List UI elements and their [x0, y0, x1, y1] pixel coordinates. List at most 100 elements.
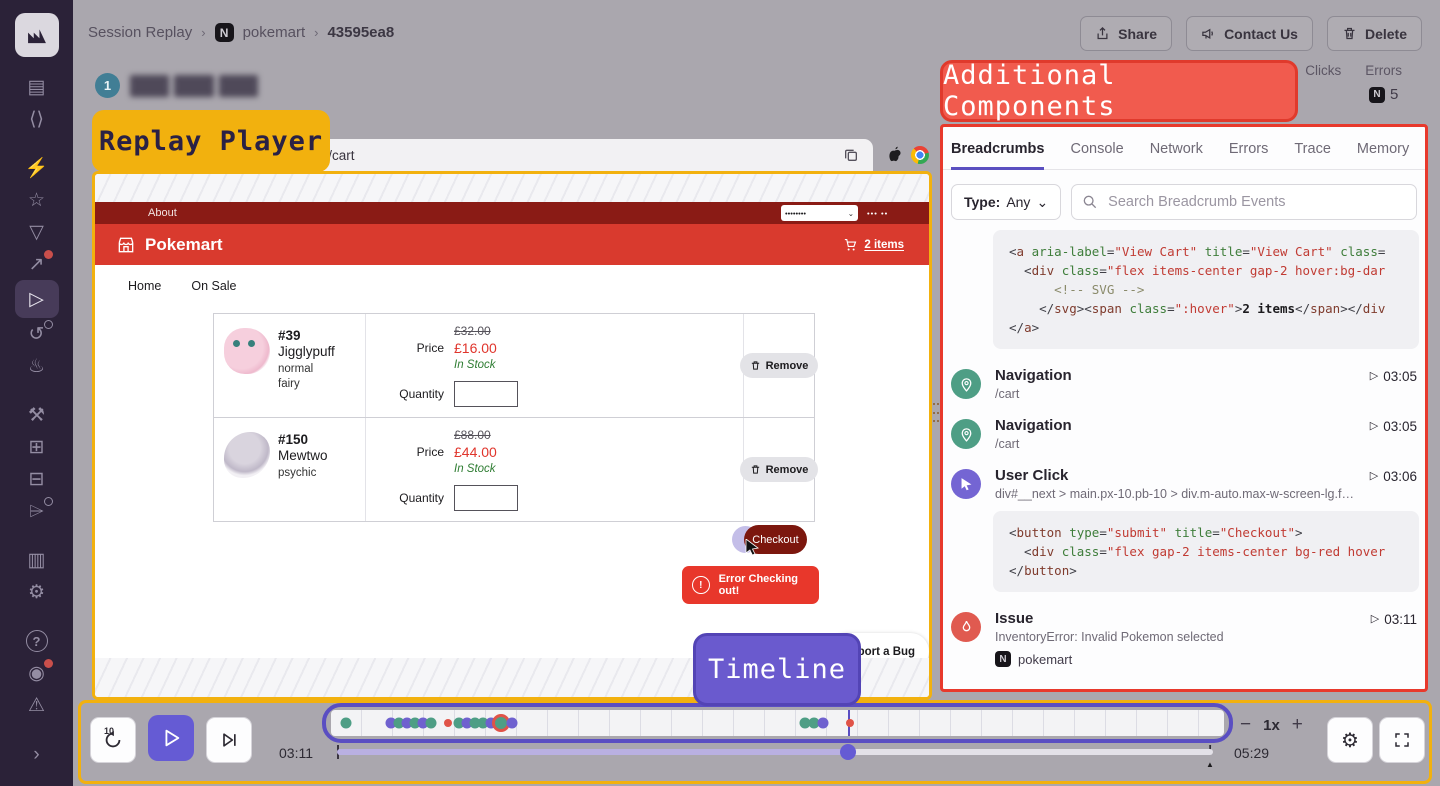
- quantity-label: Quantity: [366, 491, 444, 505]
- annotation-timeline: Timeline: [693, 633, 861, 706]
- breadcrumb-event-navigation[interactable]: Navigation/cart▷03:05: [951, 411, 1421, 461]
- pokemart-brand[interactable]: Pokemart: [116, 235, 222, 255]
- type-filter-dropdown[interactable]: Type:Any⌄: [951, 184, 1061, 220]
- breadcrumb-project[interactable]: pokemart: [243, 24, 306, 41]
- viewport-overflow-hatch: [95, 174, 929, 202]
- event-timestamp[interactable]: ▷03:05: [1370, 417, 1417, 451]
- remove-button[interactable]: Remove: [740, 353, 819, 378]
- store-icon: [116, 235, 136, 255]
- timeline-event-dot[interactable]: [426, 718, 437, 729]
- inspector-tab[interactable]: Breadcrumbs: [951, 141, 1044, 170]
- sidebar-item-megaphone[interactable]: ⌲: [15, 495, 59, 527]
- sidebar-item-siren[interactable]: ♨: [15, 350, 59, 382]
- copy-icon[interactable]: [843, 147, 859, 163]
- timeline-event-dot[interactable]: [444, 719, 452, 727]
- inspector-tabs: Breadcrumbs Console Network Errors Trace Memo…: [943, 127, 1425, 170]
- price-label: Price: [366, 445, 444, 459]
- megaphone-icon: [1201, 26, 1216, 41]
- sidebar-item-collapse[interactable]: ›: [15, 738, 59, 770]
- inspector-tab[interactable]: Memory: [1357, 141, 1409, 170]
- seek-thumb[interactable]: [840, 744, 856, 760]
- breadcrumb-event-stream: <a aria-label="View Cart" title="View Ca…: [943, 220, 1425, 682]
- sidebar-item-layout[interactable]: ⊞: [15, 431, 59, 463]
- code-snippet: <a aria-label="View Cart" title="View Ca…: [993, 230, 1419, 349]
- sidebar-item-broadcast[interactable]: ◉: [15, 657, 59, 689]
- breadcrumb-search[interactable]: [1071, 184, 1417, 220]
- play-icon: ▷: [1370, 369, 1378, 382]
- event-title: User Click: [995, 467, 1356, 484]
- event-subtitle: /cart: [995, 387, 1356, 401]
- sidebar-item-hammer[interactable]: ⚒: [15, 399, 59, 431]
- cart-icon: [843, 237, 858, 252]
- timeline-event-dot[interactable]: [507, 718, 518, 729]
- project-badge: Npokemart: [995, 651, 1357, 667]
- view-cart-link[interactable]: 2 items: [843, 237, 904, 252]
- quantity-input[interactable]: [454, 381, 518, 407]
- share-button[interactable]: Share: [1080, 16, 1172, 51]
- panel-resize-handle[interactable]: [933, 403, 939, 427]
- seek-bar[interactable]: [337, 749, 1213, 755]
- inspector-tab[interactable]: Console: [1070, 141, 1123, 170]
- timeline-event-dot[interactable]: [846, 719, 854, 727]
- event-title: Issue: [995, 610, 1357, 627]
- nav-link-on-sale[interactable]: On Sale: [191, 279, 236, 293]
- chrome-icon: [911, 146, 929, 164]
- timeline-event-dot[interactable]: [818, 718, 829, 729]
- delete-button[interactable]: Delete: [1327, 16, 1422, 51]
- inspector-tab[interactable]: Errors: [1229, 141, 1268, 170]
- nav-link-home[interactable]: Home: [128, 279, 161, 293]
- breadcrumb-root[interactable]: Session Replay: [88, 24, 192, 41]
- alert-icon: !: [692, 576, 710, 594]
- sidebar-item-help[interactable]: ?: [15, 625, 59, 657]
- sale-price: £16.00: [454, 340, 743, 356]
- sidebar-item-trends[interactable]: ↗: [15, 248, 59, 280]
- share-icon: [1095, 26, 1110, 41]
- sidebar-item-session-replay[interactable]: ▷: [15, 280, 59, 318]
- inspector-tab[interactable]: Network: [1150, 141, 1203, 170]
- pokemon-image: [224, 328, 270, 374]
- sidebar-item-code-folder[interactable]: ⟨⟩: [15, 103, 59, 135]
- timeline-event-dot[interactable]: [341, 718, 352, 729]
- sidebar-item-gear[interactable]: ⚙: [15, 576, 59, 608]
- app-logo-icon[interactable]: [15, 13, 59, 57]
- pin-icon: [951, 419, 981, 449]
- remove-button[interactable]: Remove: [740, 457, 819, 482]
- chevron-down-icon: ⌄: [1036, 194, 1048, 211]
- timeline-track[interactable]: [331, 710, 1224, 736]
- play-icon: ▷: [1370, 419, 1378, 432]
- quantity-input[interactable]: [454, 485, 518, 511]
- search-input[interactable]: [1106, 193, 1406, 211]
- masked-text: ••• ••: [867, 209, 888, 218]
- masked-select[interactable]: ••••••••⌄: [781, 205, 858, 221]
- event-timestamp[interactable]: ▷03:05: [1370, 367, 1417, 401]
- trash-icon: [1342, 26, 1357, 41]
- sidebar-item-funnel[interactable]: ▽: [15, 216, 59, 248]
- breadcrumb-event-user-click[interactable]: User Click div#__next > main.px-10.pb-10 …: [951, 461, 1421, 511]
- breadcrumb-session: 43595ea8: [327, 24, 394, 41]
- pokemart-header: Pokemart 2 items: [95, 224, 929, 265]
- search-icon: [1082, 194, 1098, 210]
- event-title: Navigation: [995, 367, 1356, 384]
- breadcrumb-event-issue[interactable]: IssueInventoryError: Invalid Pokemon sel…: [951, 604, 1421, 677]
- sidebar-item-drawer[interactable]: ⊟: [15, 463, 59, 495]
- trash-icon: [750, 464, 761, 475]
- replay-page-topbar: About ••••••••⌄ ••• ••: [95, 202, 929, 224]
- sidebar-item-warning[interactable]: ⚠: [15, 689, 59, 721]
- header-actions: Share Contact Us Delete: [1080, 16, 1422, 51]
- sidebar-item-archive[interactable]: ▤: [15, 71, 59, 103]
- about-link[interactable]: About: [148, 207, 177, 219]
- sidebar-item-zap[interactable]: ⚡: [15, 152, 59, 184]
- masked-user-name: [130, 75, 258, 97]
- breadcrumb-event-navigation[interactable]: Navigation/cart ▷03:05: [951, 361, 1421, 411]
- event-timestamp[interactable]: ▷03:11: [1371, 610, 1417, 667]
- inspector-tab[interactable]: Trace: [1294, 141, 1331, 170]
- sidebar-item-history[interactable]: ↺: [15, 318, 59, 350]
- pokemon-image: [224, 432, 270, 478]
- sidebar-item-bar-chart[interactable]: ▥: [15, 544, 59, 576]
- sidebar-item-star[interactable]: ☆: [15, 184, 59, 216]
- event-subtitle: div#__next > main.px-10.pb-10 > div.m-au…: [995, 487, 1356, 501]
- contact-us-button[interactable]: Contact Us: [1186, 16, 1313, 51]
- code-snippet: <button type="submit" title="Checkout"> …: [993, 511, 1419, 592]
- event-timestamp[interactable]: ▷03:06: [1370, 467, 1417, 501]
- user-number-avatar[interactable]: 1: [95, 73, 120, 98]
